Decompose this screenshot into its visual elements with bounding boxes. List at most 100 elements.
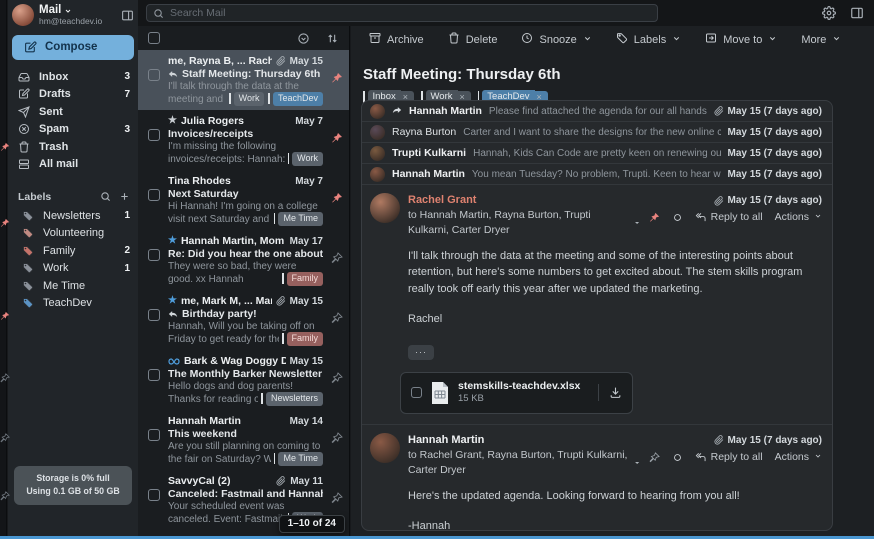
- mail-item-checkbox[interactable]: [148, 369, 160, 381]
- mail-item-checkbox[interactable]: [148, 489, 160, 501]
- star-icon: ★: [168, 236, 177, 246]
- actions-menu-button[interactable]: Actions: [775, 450, 822, 466]
- pin-icon[interactable]: [331, 235, 345, 286]
- snooze-button[interactable]: Snooze: [521, 32, 591, 47]
- delete-button[interactable]: Delete: [448, 32, 498, 47]
- user-avatar[interactable]: [12, 4, 34, 26]
- sidebar-label-me-time[interactable]: Me Time: [8, 277, 138, 295]
- actions-menu-button[interactable]: Actions: [775, 210, 822, 226]
- collapse-sidebar-icon[interactable]: [121, 9, 134, 22]
- mail-list-item[interactable]: Bark & Wag Doggy Daycare May 15 The Mont…: [138, 350, 349, 410]
- label-chip: Me Time: [274, 212, 323, 227]
- thread-title: Staff Meeting: Thursday 6th: [351, 53, 874, 83]
- compose-icon: [24, 41, 37, 54]
- compose-label: Compose: [45, 41, 97, 53]
- move-to-icon: [705, 32, 717, 47]
- sidebar-item-trash[interactable]: Trash: [8, 138, 138, 156]
- sidebar-item-spam[interactable]: Spam 3: [8, 120, 138, 138]
- labels-button[interactable]: Labels: [616, 32, 681, 47]
- mail-item-checkbox[interactable]: [148, 429, 160, 441]
- sidebar-label-teachdev[interactable]: TeachDev: [8, 294, 138, 312]
- pin-icon[interactable]: [331, 175, 345, 226]
- pin-icon[interactable]: [649, 212, 660, 223]
- attachment-checkbox[interactable]: [411, 387, 422, 398]
- file-icon: [430, 381, 450, 405]
- mail-list-item[interactable]: Tina Rhodes May 7 Next Saturday Hi Hanna…: [138, 170, 349, 230]
- pin-icon[interactable]: [331, 355, 345, 406]
- move-to-button[interactable]: Move to: [705, 32, 777, 47]
- chevron-down-icon: [634, 219, 640, 227]
- collapsed-message-row[interactable]: Hannah Martin You mean Tuesday? No probl…: [362, 164, 832, 185]
- add-label-icon[interactable]: [119, 191, 130, 202]
- sidebar-label-work[interactable]: Work 1: [8, 259, 138, 277]
- mail-item-checkbox[interactable]: [148, 189, 160, 201]
- mail-item-checkbox[interactable]: [148, 309, 160, 321]
- mail-list-item[interactable]: Hannah Martin May 14 This weekend Are yo…: [138, 410, 349, 470]
- pin-icon[interactable]: [331, 55, 345, 106]
- search-bar[interactable]: [146, 4, 658, 22]
- pin-icon[interactable]: [331, 415, 345, 466]
- select-all-checkbox[interactable]: [148, 32, 160, 44]
- mail-list-item[interactable]: ★ me, Mark M, ... Mary G (8) May 15 Birt…: [138, 290, 349, 350]
- sidebar-item-all-mail[interactable]: All mail: [8, 155, 138, 173]
- compose-button[interactable]: Compose: [12, 35, 134, 60]
- sender-names: SavvyCal (2): [168, 475, 230, 487]
- sidebar-label-family[interactable]: Family 2: [8, 242, 138, 260]
- search-input[interactable]: [170, 7, 651, 19]
- thread-toolbar: Archive Delete Snooze Labels Move to Mor…: [351, 26, 874, 53]
- attachment-card[interactable]: stemskills-teachdev.xlsx 15 KB: [400, 372, 633, 414]
- masked-email-icon: [168, 357, 180, 366]
- search-labels-icon[interactable]: [100, 191, 111, 202]
- collapsed-sender: Hannah Martin: [392, 168, 465, 180]
- pin-icon: [0, 370, 10, 380]
- sidebar-item-drafts[interactable]: Drafts 7: [8, 85, 138, 103]
- mail-item-checkbox[interactable]: [148, 249, 160, 261]
- filter-icon[interactable]: [297, 32, 310, 45]
- attachment-size: 15 KB: [458, 393, 580, 405]
- mail-label-chips: WorkTeachDev: [226, 92, 323, 107]
- mail-date: May 11: [290, 476, 323, 487]
- unread-dot-icon[interactable]: [672, 452, 683, 463]
- sort-icon[interactable]: [326, 32, 339, 45]
- unread-dot-icon[interactable]: [672, 212, 683, 223]
- mail-subject: Birthday party!: [182, 308, 257, 320]
- quoted-text-toggle[interactable]: ···: [408, 345, 434, 360]
- sidebar-item-sent[interactable]: Sent: [8, 103, 138, 121]
- mail-item-checkbox[interactable]: [148, 129, 160, 141]
- collapsed-date: May 15 (7 days ago): [728, 148, 822, 159]
- mail-list-item[interactable]: ★ Julia Rogers May 7 Invoices/receipts I…: [138, 110, 349, 170]
- mail-label-chips: Newsletters: [258, 392, 323, 407]
- message-recipients[interactable]: to Hannah Martin, Rayna Burton, Trupti K…: [408, 208, 641, 237]
- message-recipients[interactable]: to Rachel Grant, Rayna Burton, Trupti Ku…: [408, 448, 641, 477]
- collapsed-message-row[interactable]: Hannah Martin Please find attached the a…: [362, 101, 832, 122]
- archive-button[interactable]: Archive: [369, 32, 424, 47]
- collapsed-snippet: Please find attached the agenda for our …: [489, 106, 707, 117]
- mail-app: Mail hm@teachdev.io Compose Inbox 3 Draf…: [0, 0, 874, 539]
- pin-icon[interactable]: [649, 452, 660, 463]
- more-button[interactable]: More: [801, 34, 841, 46]
- reply-all-icon: [695, 452, 706, 463]
- mail-list-item[interactable]: ★ Hannah Martin, Mom (4) May 17 Re: Did …: [138, 230, 349, 290]
- pin-icon[interactable]: [331, 295, 345, 346]
- download-icon[interactable]: [598, 384, 632, 401]
- mail-item-checkbox[interactable]: [148, 69, 160, 81]
- sidebar-item-inbox[interactable]: Inbox 3: [8, 68, 138, 86]
- mail-date: May 15: [290, 56, 323, 67]
- sidebar-label-volunteering[interactable]: Volunteering: [8, 224, 138, 242]
- collapsed-sender: Trupti Kulkarni: [392, 147, 466, 159]
- pin-icon[interactable]: [331, 115, 345, 166]
- chevron-down-icon: [634, 459, 640, 467]
- gear-icon[interactable]: [822, 6, 836, 20]
- label-tag-icon: [22, 280, 34, 292]
- collapsed-message-row[interactable]: Rayna Burton Carter and I want to share …: [362, 122, 832, 143]
- collapsed-message-row[interactable]: Trupti Kulkarni Hannah, Kids Can Code ar…: [362, 143, 832, 164]
- mail-list-item[interactable]: me, Rayna B, ... Rachel G (6) May 15 Sta…: [138, 50, 349, 110]
- collapsed-snippet: Carter and I want to share the designs f…: [463, 127, 720, 138]
- reply-all-button[interactable]: Reply to all: [695, 450, 763, 466]
- sidebar-label-newsletters[interactable]: Newsletters 1: [8, 207, 138, 225]
- reply-all-button[interactable]: Reply to all: [695, 210, 763, 226]
- reading-pane-toggle-icon[interactable]: [850, 6, 864, 20]
- labels-icon: [616, 32, 628, 47]
- avatar: [370, 146, 385, 161]
- paperclip-icon: [714, 435, 724, 445]
